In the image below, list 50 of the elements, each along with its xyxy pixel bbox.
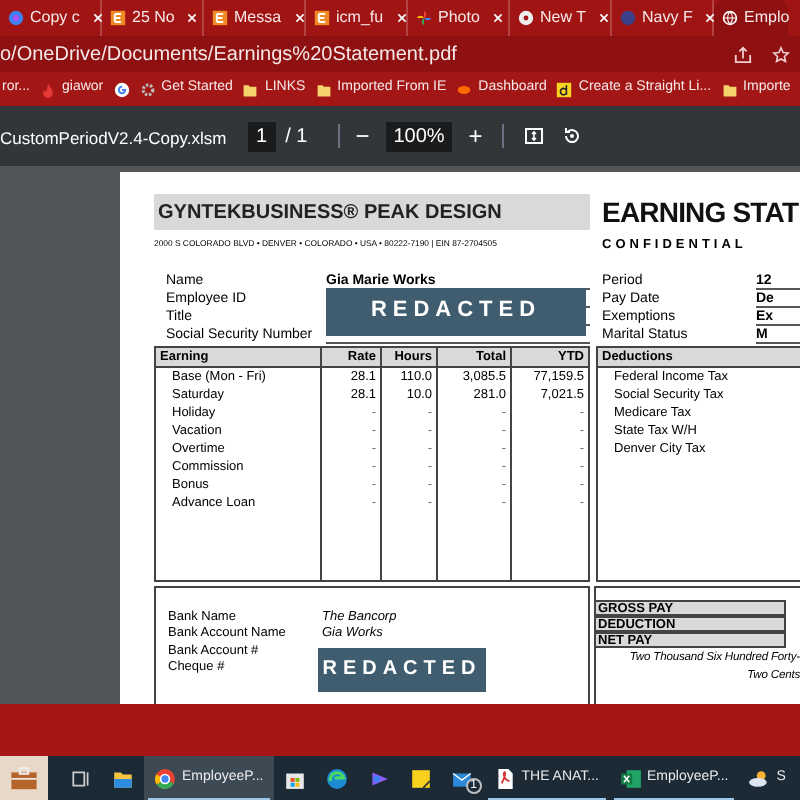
- sticky-note-icon: [409, 767, 432, 789]
- briefcase-icon: [10, 764, 38, 792]
- document-title: EARNING STAT: [602, 194, 799, 230]
- folder-icon[interactable]: [242, 81, 259, 97]
- task-view-icon: [70, 767, 92, 789]
- tab-label: Emplo: [744, 6, 790, 30]
- tab-label: Messa: [234, 6, 282, 30]
- mail-icon: [451, 767, 474, 789]
- zoom-field[interactable]: 100%: [385, 121, 453, 151]
- circle-icon: [620, 10, 636, 26]
- page-field[interactable]: 1: [248, 121, 276, 151]
- fit-page-icon[interactable]: [524, 126, 545, 146]
- redaction-block: REDACTED: [326, 287, 586, 336]
- close-icon[interactable]: [491, 12, 504, 24]
- share-icon[interactable]: [734, 45, 752, 63]
- weather-icon: [748, 767, 771, 789]
- folder-icon[interactable]: [721, 81, 738, 97]
- e-icon: [212, 10, 228, 26]
- e-icon: [110, 10, 126, 26]
- file-name: CustomPeriodV2.4-Copy.xlsm: [0, 128, 227, 148]
- folder-icon: [112, 767, 134, 789]
- pinwheel-icon: [416, 10, 432, 26]
- tab-label: New T: [540, 6, 586, 30]
- tab[interactable]: Emplo: [714, 0, 788, 36]
- page-count: / 1: [285, 123, 308, 151]
- close-icon[interactable]: [395, 12, 408, 24]
- close-icon[interactable]: [597, 12, 610, 24]
- company-name: GYNTEKBUSINESS® PEAK DESIGN: [158, 199, 502, 227]
- close-icon[interactable]: [704, 12, 717, 24]
- tab-label: 25 No: [132, 6, 175, 30]
- zoom-out-button[interactable]: −: [355, 118, 370, 154]
- star-icon[interactable]: [772, 45, 790, 63]
- close-icon[interactable]: [293, 12, 306, 24]
- edge-icon: [325, 767, 348, 789]
- tab-label: Copy c: [30, 6, 80, 30]
- tab-label: icm_fu: [336, 6, 384, 30]
- folder-icon[interactable]: [315, 81, 332, 97]
- rotate-icon[interactable]: [562, 126, 583, 146]
- google-icon[interactable]: [113, 81, 130, 97]
- close-icon[interactable]: [186, 12, 199, 24]
- redaction-block: REDACTED: [318, 647, 486, 692]
- zoom-in-button[interactable]: +: [468, 118, 483, 154]
- tab-label: Photo: [438, 6, 480, 30]
- d-icon[interactable]: [556, 81, 573, 97]
- close-icon[interactable]: [91, 12, 104, 24]
- e-icon: [314, 10, 330, 26]
- pdf-icon: [493, 767, 516, 789]
- tab-label: Navy F: [642, 6, 693, 30]
- globe-icon: [722, 10, 738, 26]
- spreadsheet-icon: [619, 767, 642, 789]
